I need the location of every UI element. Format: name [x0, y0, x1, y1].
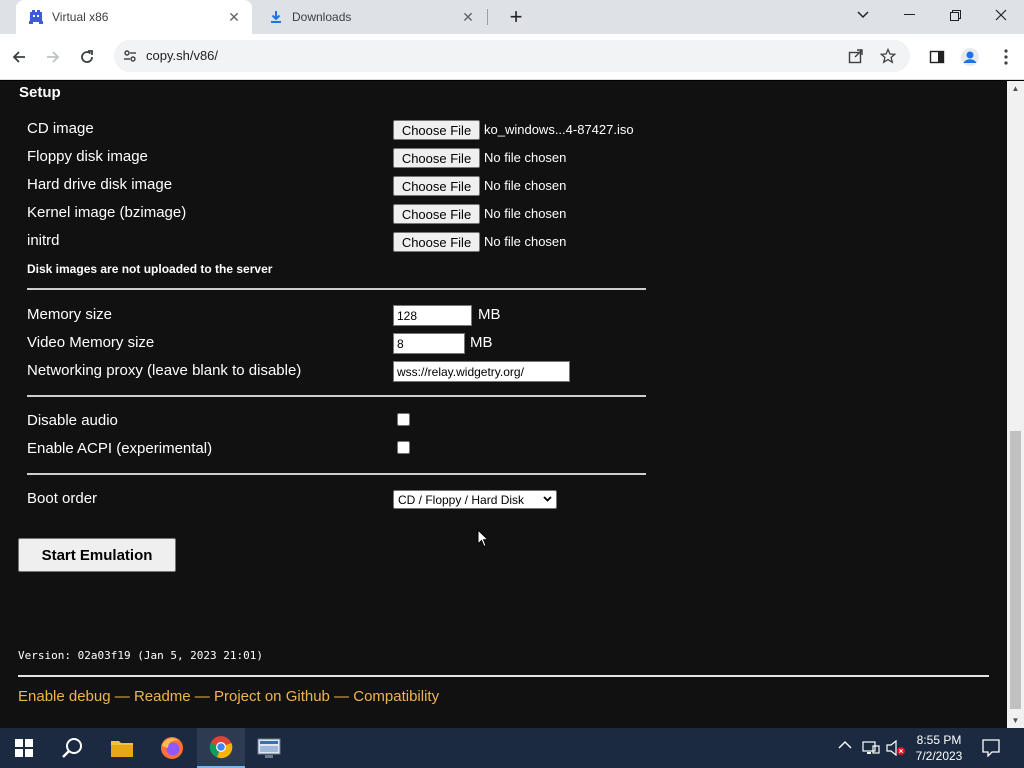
boot-order-select[interactable]: CD / Floppy / Hard Disk — [393, 490, 557, 509]
hard-drive-image-choose-button[interactable]: Choose File — [393, 176, 480, 196]
start-button[interactable] — [0, 728, 48, 768]
floppy-image-choose-button[interactable]: Choose File — [393, 148, 480, 168]
page-scrollbar[interactable]: ▲ ▼ — [1007, 81, 1024, 728]
enable-acpi-label: Enable ACPI (experimental) — [27, 440, 213, 457]
initrd-label: initrd — [27, 232, 60, 249]
share-icon[interactable] — [846, 46, 866, 66]
divider — [27, 473, 646, 475]
clock-time: 8:55 PM — [916, 733, 962, 747]
mouse-cursor-icon — [477, 528, 490, 553]
hard-drive-image-filename: No file chosen — [484, 178, 567, 193]
disable-audio-label: Disable audio — [27, 412, 118, 429]
link-separator: — — [110, 688, 134, 705]
remote-desktop-icon[interactable] — [245, 728, 293, 768]
kernel-image-label: Kernel image (bzimage) — [27, 204, 187, 221]
enable-acpi-checkbox[interactable] — [397, 441, 410, 454]
browser-toolbar: copy.sh/v86/ — [0, 34, 1024, 80]
divider — [27, 395, 646, 397]
bookmark-star-icon[interactable] — [878, 46, 898, 66]
cd-image-filename: ko_windows...4-87427.iso — [484, 122, 634, 137]
memory-unit: MB — [478, 306, 501, 323]
tab-close-icon[interactable]: ✕ — [224, 7, 244, 27]
cd-image-label: CD image — [27, 120, 94, 137]
page-content: Setup CD image Choose File ko_windows...… — [0, 81, 1007, 728]
disable-audio-checkbox[interactable] — [397, 413, 410, 426]
tab-close-icon[interactable]: ✕ — [458, 7, 478, 27]
networking-proxy-label: Networking proxy (leave blank to disable… — [27, 362, 302, 379]
video-memory-input[interactable]: 8 — [393, 333, 465, 354]
start-emulation-button[interactable]: Start Emulation — [18, 538, 176, 572]
kernel-image-filename: No file chosen — [484, 206, 567, 221]
setup-heading: Setup — [19, 84, 61, 101]
search-icon[interactable] — [48, 728, 96, 768]
minimize-button[interactable] — [886, 0, 932, 30]
video-memory-label: Video Memory size — [27, 334, 155, 351]
networking-proxy-input[interactable]: wss://relay.widgetry.org/ — [393, 361, 570, 382]
download-icon — [268, 9, 284, 25]
floppy-image-filename: No file chosen — [484, 150, 567, 165]
tab-separator — [487, 9, 488, 25]
kernel-image-choose-button[interactable]: Choose File — [393, 204, 480, 224]
restore-button[interactable] — [932, 0, 978, 30]
boot-order-label: Boot order — [27, 490, 98, 507]
tab-search-chevron-icon[interactable] — [840, 0, 886, 30]
windows-taskbar: 8:55 PM 7/2/2023 — [0, 728, 1024, 768]
volume-muted-icon[interactable] — [886, 739, 906, 759]
profile-avatar-icon[interactable] — [959, 46, 981, 68]
initrd-filename: No file chosen — [484, 234, 567, 249]
tab-title: Downloads — [292, 10, 352, 24]
scroll-up-arrow-icon[interactable]: ▲ — [1007, 81, 1024, 96]
video-memory-unit: MB — [470, 334, 493, 351]
version-text: Version: 02a03f19 (Jan 5, 2023 21:01) — [18, 649, 264, 662]
chevron-down-icon — [543, 494, 552, 505]
firefox-icon[interactable] — [148, 728, 196, 768]
tab-title: Virtual x86 — [52, 10, 109, 24]
reload-button[interactable] — [73, 43, 101, 71]
divider — [27, 288, 646, 290]
notifications-icon[interactable] — [982, 739, 1000, 760]
tab-strip: Virtual x86 ✕ Downloads ✕ + — [0, 0, 1024, 34]
memory-size-label: Memory size — [27, 306, 113, 323]
tab-virtual-x86[interactable]: Virtual x86 ✕ — [16, 0, 252, 34]
hard-drive-image-label: Hard drive disk image — [27, 176, 173, 193]
memory-size-input[interactable]: 128 — [393, 305, 472, 326]
link-separator: — — [190, 688, 214, 705]
enable-debug-link[interactable]: Enable debug — [18, 688, 111, 705]
footer-divider — [18, 675, 989, 677]
footer-links: Enable debug — Readme — Project on Githu… — [18, 688, 439, 705]
scroll-down-arrow-icon[interactable]: ▼ — [1007, 713, 1024, 728]
network-icon[interactable] — [862, 740, 880, 759]
github-link[interactable]: Project on Github — [214, 688, 330, 705]
compatibility-link[interactable]: Compatibility — [353, 688, 439, 705]
upload-note: Disk images are not uploaded to the serv… — [27, 262, 273, 276]
chrome-icon[interactable] — [197, 728, 245, 768]
link-separator: — — [329, 688, 354, 705]
url-text: copy.sh/v86/ — [146, 48, 219, 63]
readme-link[interactable]: Readme — [134, 688, 191, 705]
boot-order-value: CD / Floppy / Hard Disk — [398, 492, 525, 507]
site-settings-icon[interactable] — [122, 48, 138, 69]
initrd-choose-button[interactable]: Choose File — [393, 232, 480, 252]
side-panel-icon[interactable] — [926, 46, 948, 68]
close-window-button[interactable] — [978, 0, 1024, 30]
cd-image-choose-button[interactable]: Choose File — [393, 120, 480, 140]
floppy-image-label: Floppy disk image — [27, 148, 148, 165]
file-explorer-icon[interactable] — [98, 728, 146, 768]
tab-downloads[interactable]: Downloads ✕ — [256, 0, 486, 34]
new-tab-button[interactable]: + — [503, 4, 529, 30]
clock-date: 7/2/2023 — [915, 749, 963, 763]
v86-favicon-icon — [28, 9, 44, 25]
taskbar-clock[interactable]: 8:55 PM 7/2/2023 — [908, 732, 970, 764]
forward-button[interactable] — [39, 43, 67, 71]
more-menu-icon[interactable] — [995, 46, 1017, 68]
scroll-thumb[interactable] — [1010, 431, 1021, 709]
tray-overflow-chevron-icon[interactable] — [838, 739, 852, 753]
back-button[interactable] — [5, 43, 33, 71]
address-bar[interactable]: copy.sh/v86/ — [114, 40, 910, 72]
